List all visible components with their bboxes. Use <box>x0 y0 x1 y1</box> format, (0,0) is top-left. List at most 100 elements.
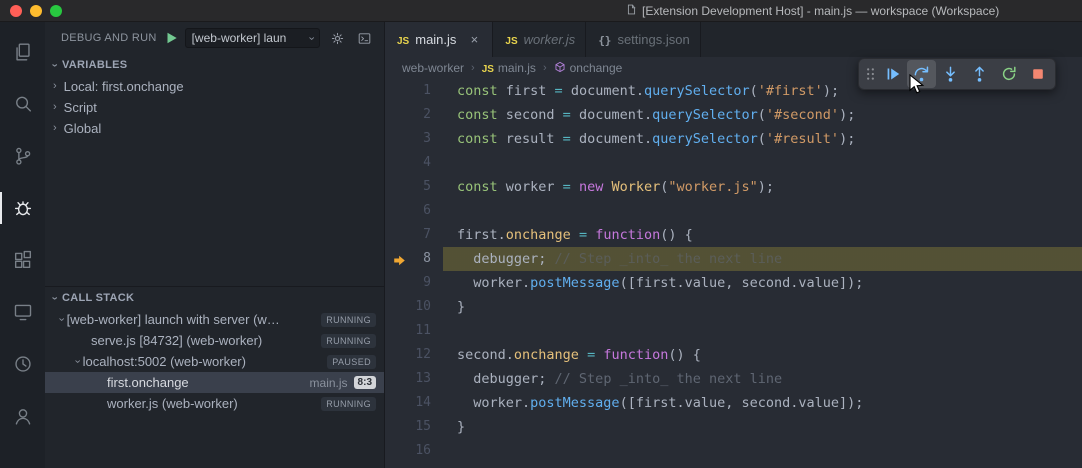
line-number[interactable]: 6 <box>385 199 457 223</box>
code-text[interactable] <box>457 439 1082 463</box>
line-number[interactable]: 10 <box>385 295 457 319</box>
restart-button[interactable] <box>994 60 1023 88</box>
tab-settings.json[interactable]: {}settings.json <box>586 22 701 57</box>
token: "worker.js" <box>668 179 757 195</box>
token: postMessage <box>530 275 619 291</box>
token: = <box>555 83 563 99</box>
variables-item-0[interactable]: ›Local: first.onchange <box>45 76 384 97</box>
variables-section-header[interactable]: › VARIABLES <box>45 54 384 76</box>
braces-file-icon: {} <box>598 32 611 47</box>
explorer-icon[interactable] <box>0 26 45 78</box>
code-text[interactable]: debugger; // Step _into_ the next line <box>457 367 1082 391</box>
debug-config-dropdown[interactable]: [web-worker] laun › <box>185 28 320 48</box>
close-window-button[interactable] <box>10 5 22 17</box>
source-control-icon[interactable] <box>0 130 45 182</box>
code-line-4[interactable]: 4 <box>385 151 1082 175</box>
call-stack-frame-4[interactable]: worker.js (web-worker)RUNNING <box>45 393 384 414</box>
vscode-window: [Extension Development Host] - main.js —… <box>0 0 1082 468</box>
code-line-15[interactable]: 15} <box>385 415 1082 439</box>
code-text[interactable]: } <box>457 415 1082 439</box>
code-line-10[interactable]: 10} <box>385 295 1082 319</box>
token: querySelector <box>652 131 758 147</box>
line-number[interactable]: 13 <box>385 367 457 391</box>
line-number[interactable]: 9 <box>385 271 457 295</box>
stop-button[interactable] <box>1023 60 1052 88</box>
line-number[interactable]: 5 <box>385 175 457 199</box>
line-number[interactable]: 12 <box>385 343 457 367</box>
remote-explorer-icon[interactable] <box>0 286 45 338</box>
step-out-button[interactable] <box>965 60 994 88</box>
tab-worker.js[interactable]: JSworker.js <box>493 22 586 57</box>
drag-grip-button[interactable] <box>862 60 878 88</box>
extensions-icon[interactable] <box>0 234 45 286</box>
code-text[interactable] <box>457 151 1082 175</box>
code-line-8[interactable]: 8 debugger; // Step _into_ the next line <box>385 247 1082 271</box>
zoom-window-button[interactable] <box>50 5 62 17</box>
variables-item-2[interactable]: ›Global <box>45 118 384 139</box>
start-debugging-button[interactable] <box>164 31 178 45</box>
minimize-window-button[interactable] <box>30 5 42 17</box>
search-icon[interactable] <box>0 78 45 130</box>
traffic-lights <box>10 5 62 17</box>
variables-list: ›Local: first.onchange›Script›Global <box>45 76 384 139</box>
call-stack-frame-3[interactable]: first.onchangemain.js8:3 <box>45 372 384 393</box>
code-text[interactable]: const result = document.querySelector('#… <box>457 127 1082 151</box>
call-stack-section-header[interactable]: › CALL STACK <box>45 287 384 309</box>
line-number[interactable]: 7 <box>385 223 457 247</box>
step-into-button[interactable] <box>936 60 965 88</box>
code-line-6[interactable]: 6 <box>385 199 1082 223</box>
code-line-16[interactable]: 16 <box>385 439 1082 463</box>
code-line-12[interactable]: 12second.onchange = function() { <box>385 343 1082 367</box>
line-number[interactable]: 1 <box>385 79 457 103</box>
breadcrumb-item-onchange[interactable]: onchange <box>554 61 623 76</box>
variables-item-1[interactable]: ›Script <box>45 97 384 118</box>
step-over-button[interactable] <box>907 60 936 88</box>
token: = <box>563 179 571 195</box>
code-text[interactable]: const second = document.querySelector('#… <box>457 103 1082 127</box>
code-line-14[interactable]: 14 worker.postMessage([first.value, seco… <box>385 391 1082 415</box>
line-number[interactable]: 4 <box>385 151 457 175</box>
code-editor[interactable]: 1const first = document.querySelector('#… <box>385 79 1082 468</box>
code-text[interactable]: second.onchange = function() { <box>457 343 1082 367</box>
token: second. <box>457 347 514 363</box>
code-text[interactable]: } <box>457 295 1082 319</box>
settings-gear-icon[interactable] <box>327 28 347 48</box>
activity-bar <box>0 22 45 468</box>
code-text[interactable]: debugger; // Step _into_ the next line <box>457 247 1082 271</box>
code-line-13[interactable]: 13 debugger; // Step _into_ the next lin… <box>385 367 1082 391</box>
token: function <box>603 347 668 363</box>
line-number[interactable]: 2 <box>385 103 457 127</box>
line-number[interactable]: 16 <box>385 439 457 463</box>
breadcrumb-item-web-worker[interactable]: web-worker <box>402 61 464 75</box>
clock-icon[interactable] <box>0 338 45 390</box>
code-text[interactable] <box>457 319 1082 343</box>
code-text[interactable]: first.onchange = function() { <box>457 223 1082 247</box>
line-number[interactable]: 3 <box>385 127 457 151</box>
code-text[interactable] <box>457 199 1082 223</box>
code-line-3[interactable]: 3const result = document.querySelector('… <box>385 127 1082 151</box>
call-stack-frame-0[interactable]: ›[web-worker] launch with server (w…RUNN… <box>45 309 384 330</box>
code-line-9[interactable]: 9 worker.postMessage([first.value, secon… <box>385 271 1082 295</box>
line-number[interactable]: 14 <box>385 391 457 415</box>
line-number[interactable]: 11 <box>385 319 457 343</box>
token: onchange <box>506 227 571 243</box>
code-line-11[interactable]: 11 <box>385 319 1082 343</box>
code-text[interactable]: worker.postMessage([first.value, second.… <box>457 391 1082 415</box>
call-stack-frame-1[interactable]: serve.js [84732] (web-worker)RUNNING <box>45 330 384 351</box>
close-tab-icon[interactable]: × <box>466 32 482 47</box>
breadcrumb-item-main.js[interactable]: JSmain.js <box>482 61 536 75</box>
tab-main.js[interactable]: JSmain.js× <box>385 22 493 57</box>
code-line-5[interactable]: 5const worker = new Worker("worker.js"); <box>385 175 1082 199</box>
code-line-7[interactable]: 7first.onchange = function() { <box>385 223 1082 247</box>
run-and-debug-icon[interactable] <box>0 182 45 234</box>
call-stack-frame-2[interactable]: ›localhost:5002 (web-worker)PAUSED <box>45 351 384 372</box>
js-icon: JS <box>482 61 494 75</box>
debug-console-panel-icon[interactable] <box>354 28 374 48</box>
accounts-icon[interactable] <box>0 390 45 442</box>
line-number[interactable]: 8 <box>385 247 457 271</box>
code-line-2[interactable]: 2const second = document.querySelector('… <box>385 103 1082 127</box>
line-number[interactable]: 15 <box>385 415 457 439</box>
code-text[interactable]: worker.postMessage([first.value, second.… <box>457 271 1082 295</box>
code-text[interactable]: const worker = new Worker("worker.js"); <box>457 175 1082 199</box>
continue-button[interactable] <box>878 60 907 88</box>
